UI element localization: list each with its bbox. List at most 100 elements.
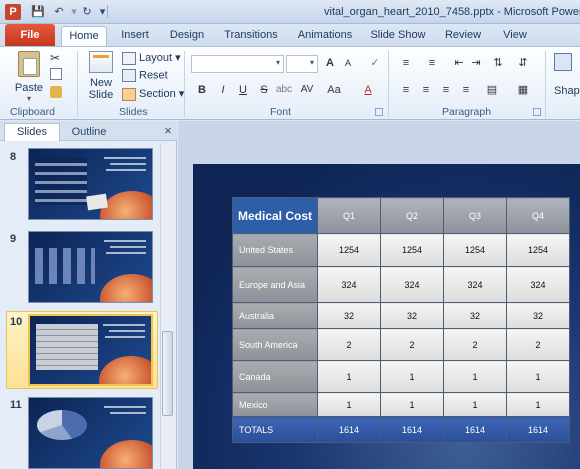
table-cell[interactable]: 324 bbox=[506, 266, 570, 303]
table-cell[interactable]: 1 bbox=[380, 360, 444, 393]
table-cell[interactable]: 32 bbox=[443, 302, 507, 329]
totals-cell[interactable]: 1614 bbox=[443, 416, 507, 443]
table-cell[interactable]: 1 bbox=[317, 392, 381, 417]
table-cell[interactable]: 2 bbox=[317, 328, 381, 361]
save-icon[interactable]: 💾 bbox=[31, 5, 45, 19]
table-cell[interactable]: 2 bbox=[443, 328, 507, 361]
bold-button[interactable]: B bbox=[194, 82, 210, 98]
cut-icon[interactable]: ✂ bbox=[50, 51, 60, 65]
table-cell[interactable]: 32 bbox=[506, 302, 570, 329]
tab-review[interactable]: Review bbox=[441, 26, 485, 46]
table-cell[interactable]: 1 bbox=[317, 360, 381, 393]
tab-slides-pane[interactable]: Slides bbox=[4, 123, 60, 141]
tab-transitions[interactable]: Transitions bbox=[220, 26, 282, 46]
table-cell[interactable]: 324 bbox=[317, 266, 381, 303]
font-dialog-launcher-icon[interactable] bbox=[375, 108, 383, 116]
layout-button[interactable]: Layout ▾ bbox=[122, 51, 181, 65]
table-cell[interactable]: 1254 bbox=[317, 233, 381, 267]
slide-thumbnail-9[interactable] bbox=[28, 231, 153, 303]
reset-button[interactable]: Reset bbox=[122, 69, 168, 82]
table-cell[interactable]: 1254 bbox=[506, 233, 570, 267]
font-color-button[interactable]: A bbox=[360, 82, 376, 98]
redo-icon[interactable]: ↻ bbox=[80, 5, 94, 19]
column-header[interactable]: Q4 bbox=[506, 197, 570, 234]
strikethrough-button[interactable]: S bbox=[256, 82, 272, 98]
line-spacing-icon[interactable]: ⇅ bbox=[490, 55, 506, 71]
totals-label[interactable]: TOTALS bbox=[232, 416, 318, 443]
undo-icon[interactable]: ↶ bbox=[52, 5, 66, 19]
copy-icon[interactable] bbox=[50, 68, 62, 80]
section-button[interactable]: Section ▾ bbox=[122, 87, 184, 101]
paste-button[interactable]: Paste ▾ bbox=[12, 51, 46, 103]
change-case-button[interactable]: Aa bbox=[325, 82, 343, 98]
paragraph-dialog-launcher-icon[interactable] bbox=[533, 108, 541, 116]
table-cell[interactable]: 1 bbox=[443, 392, 507, 417]
grow-font-button[interactable]: A bbox=[322, 55, 338, 71]
italic-button[interactable]: I bbox=[215, 82, 231, 98]
table-cell[interactable]: 32 bbox=[380, 302, 444, 329]
align-center-icon[interactable]: ≡ bbox=[418, 82, 434, 98]
table-cell[interactable]: 32 bbox=[317, 302, 381, 329]
tab-outline-pane[interactable]: Outline bbox=[62, 124, 116, 140]
underline-button[interactable]: U bbox=[235, 82, 251, 98]
shapes-button[interactable]: Shap bbox=[554, 53, 580, 103]
table-cell[interactable]: 1 bbox=[506, 392, 570, 417]
table-cell[interactable]: 2 bbox=[506, 328, 570, 361]
column-header[interactable]: Q1 bbox=[317, 197, 381, 234]
totals-cell[interactable]: 1614 bbox=[317, 416, 381, 443]
decrease-indent-icon[interactable]: ⇤ bbox=[451, 55, 467, 71]
table-cell[interactable]: 2 bbox=[380, 328, 444, 361]
columns-icon[interactable]: ▤ bbox=[484, 82, 500, 98]
row-label[interactable]: Australia bbox=[232, 302, 318, 329]
close-pane-icon[interactable]: × bbox=[161, 123, 175, 139]
tab-insert[interactable]: Insert bbox=[115, 26, 155, 46]
column-header[interactable]: Q2 bbox=[380, 197, 444, 234]
table-cell[interactable]: 324 bbox=[443, 266, 507, 303]
increase-indent-icon[interactable]: ⇥ bbox=[468, 55, 484, 71]
table-cell[interactable]: 1254 bbox=[380, 233, 444, 267]
tab-view[interactable]: View bbox=[497, 26, 533, 46]
new-slide-button[interactable]: New Slide bbox=[84, 51, 118, 105]
table-corner-cell[interactable]: Medical Cost bbox=[232, 197, 318, 234]
table-cell[interactable]: 324 bbox=[380, 266, 444, 303]
totals-cell[interactable]: 1614 bbox=[380, 416, 444, 443]
shrink-font-button[interactable]: A bbox=[340, 55, 356, 71]
format-painter-icon[interactable] bbox=[50, 86, 62, 98]
smartart-icon[interactable]: ▦ bbox=[515, 82, 531, 98]
shadow-button[interactable]: abc bbox=[273, 82, 295, 98]
font-name-dropdown[interactable]: ▾ bbox=[191, 55, 284, 73]
totals-cell[interactable]: 1614 bbox=[506, 416, 570, 443]
powerpoint-app-icon[interactable]: P bbox=[5, 4, 21, 20]
justify-icon[interactable]: ≡ bbox=[458, 82, 474, 98]
character-spacing-button[interactable]: AV bbox=[298, 82, 316, 98]
scrollbar-thumb[interactable] bbox=[162, 331, 173, 416]
table-cell[interactable]: 1 bbox=[443, 360, 507, 393]
font-size-dropdown[interactable]: ▾ bbox=[286, 55, 318, 73]
numbering-icon[interactable]: ≡ bbox=[424, 55, 440, 71]
undo-dropdown-icon[interactable]: ▾ bbox=[67, 5, 81, 19]
table-cell[interactable]: 1254 bbox=[443, 233, 507, 267]
tab-home[interactable]: Home bbox=[61, 26, 107, 46]
slide-thumbnail-11[interactable] bbox=[28, 397, 153, 469]
row-label[interactable]: Canada bbox=[232, 360, 318, 393]
customize-qat-icon[interactable]: ▾ bbox=[98, 5, 107, 19]
row-label[interactable]: United States bbox=[232, 233, 318, 267]
clear-formatting-icon[interactable]: ✓ bbox=[367, 55, 383, 71]
text-direction-icon[interactable]: ⇵ bbox=[515, 55, 531, 71]
align-left-icon[interactable]: ≡ bbox=[398, 82, 414, 98]
row-label[interactable]: Europe and Asia bbox=[232, 266, 318, 303]
bullets-icon[interactable]: ≡ bbox=[398, 55, 414, 71]
slide-thumbnail-8[interactable] bbox=[28, 148, 153, 220]
slides-pane-scrollbar[interactable] bbox=[160, 143, 174, 469]
slide-thumbnail-10[interactable] bbox=[28, 314, 153, 386]
tab-design[interactable]: Design bbox=[165, 26, 209, 46]
medical-cost-table[interactable]: Medical Cost Q1 Q2 Q3 Q4 United States 1… bbox=[232, 197, 570, 443]
tab-slide-show[interactable]: Slide Show bbox=[368, 26, 428, 46]
row-label[interactable]: South America bbox=[232, 328, 318, 361]
table-cell[interactable]: 1 bbox=[506, 360, 570, 393]
table-cell[interactable]: 1 bbox=[380, 392, 444, 417]
column-header[interactable]: Q3 bbox=[443, 197, 507, 234]
tab-animations[interactable]: Animations bbox=[294, 26, 356, 46]
tab-file[interactable]: File bbox=[5, 24, 55, 46]
align-right-icon[interactable]: ≡ bbox=[438, 82, 454, 98]
